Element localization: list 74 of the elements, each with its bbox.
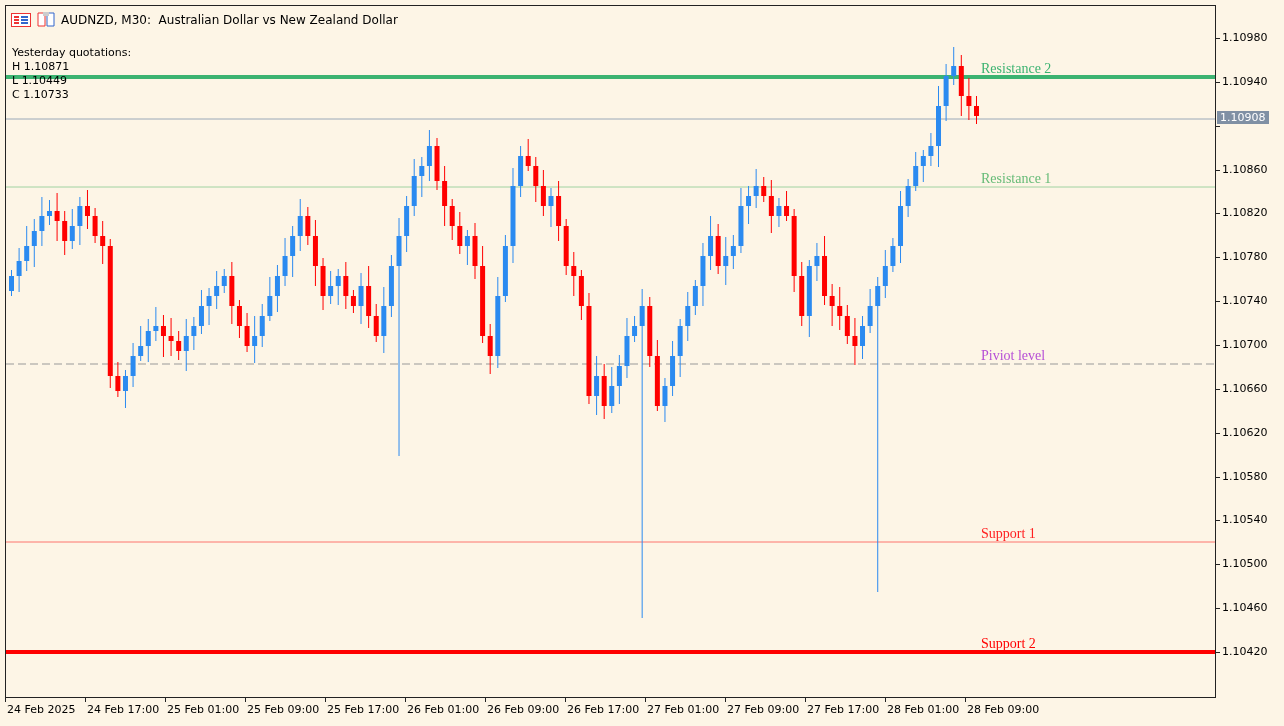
candle [966, 77, 972, 121]
candle [47, 199, 52, 226]
chart-title: AUDNZD, M30: Australian Dollar vs New Zealand Dollar [61, 12, 398, 27]
candle [39, 196, 45, 247]
candle [115, 361, 121, 398]
candle [867, 288, 873, 334]
candle [358, 272, 364, 325]
price-tick: 1.10860 [1222, 162, 1268, 176]
price-tick: 1.10740 [1222, 294, 1268, 308]
level-label: Piviot level [981, 348, 1046, 364]
candle [928, 132, 934, 167]
candle [624, 317, 630, 379]
list-icon [11, 12, 31, 27]
quote-text: C 1.10733 [12, 88, 70, 102]
price-tick: 1.10940 [1222, 74, 1268, 88]
candle [662, 377, 668, 423]
candle [320, 257, 326, 311]
candle [9, 269, 14, 297]
price-tick: 1.10700 [1222, 338, 1268, 351]
price-tick: 1.10580 [1222, 469, 1268, 483]
candle [548, 187, 554, 228]
time-tick: 27 Feb 17:00 [807, 703, 880, 716]
level-label: Resistance 1 [981, 171, 1052, 187]
candle [92, 207, 98, 244]
quote-text: H 1.10871 [12, 60, 71, 74]
time-tick: 28 Feb 09:00 [967, 703, 1040, 716]
level-label: Support 2 [981, 636, 1036, 652]
price-tick: 1.10820 [1222, 206, 1268, 220]
info-heading: Yesterday quotations: [12, 46, 132, 60]
candle [814, 242, 820, 282]
window-icon [37, 12, 55, 27]
time-tick: 27 Feb 09:00 [727, 703, 800, 716]
candle [168, 317, 174, 357]
current-price-badge: 1.10908 [1217, 111, 1269, 124]
candle [123, 369, 128, 409]
candle [943, 63, 949, 122]
price-tick: 1.10620 [1222, 425, 1268, 439]
candle [700, 242, 706, 307]
candle [472, 222, 478, 280]
time-tick: 25 Feb 17:00 [327, 703, 400, 716]
candle [282, 237, 288, 287]
time-tick: 24 Feb 2025 [7, 703, 76, 716]
time-tick: 25 Feb 01:00 [167, 703, 240, 716]
candle [16, 247, 22, 293]
candle [244, 312, 250, 353]
candle [890, 237, 896, 273]
candle [860, 315, 865, 360]
candle [54, 192, 60, 242]
candle [130, 342, 136, 388]
price-tick: 1.10780 [1222, 250, 1268, 264]
candle [776, 197, 782, 228]
candle [434, 137, 440, 191]
time-tick: 24 Feb 17:00 [87, 703, 160, 716]
price-tick: 1.10980 [1222, 31, 1268, 44]
level-label: Resistance 2 [981, 61, 1052, 77]
time-tick: 26 Feb 17:00 [567, 703, 640, 716]
price-tick: 1.10500 [1222, 557, 1268, 571]
candle [738, 187, 744, 254]
candle [85, 189, 90, 230]
candle [905, 178, 911, 218]
time-tick: 27 Feb 01:00 [647, 703, 720, 716]
time-tick: 26 Feb 09:00 [487, 703, 560, 716]
price-tick: 1.10540 [1222, 513, 1268, 527]
candle [206, 287, 212, 326]
time-tick: 25 Feb 09:00 [247, 703, 320, 716]
candle [852, 317, 858, 366]
candle [77, 196, 83, 246]
price-tick: 1.10460 [1222, 601, 1268, 615]
price-tick: 1.10660 [1222, 381, 1268, 395]
time-tick: 26 Feb 01:00 [407, 703, 480, 716]
price-tick: 1.10420 [1222, 645, 1268, 659]
candle [974, 95, 979, 125]
level-label: Support 1 [981, 526, 1036, 542]
time-tick: 28 Feb 01:00 [887, 703, 960, 716]
